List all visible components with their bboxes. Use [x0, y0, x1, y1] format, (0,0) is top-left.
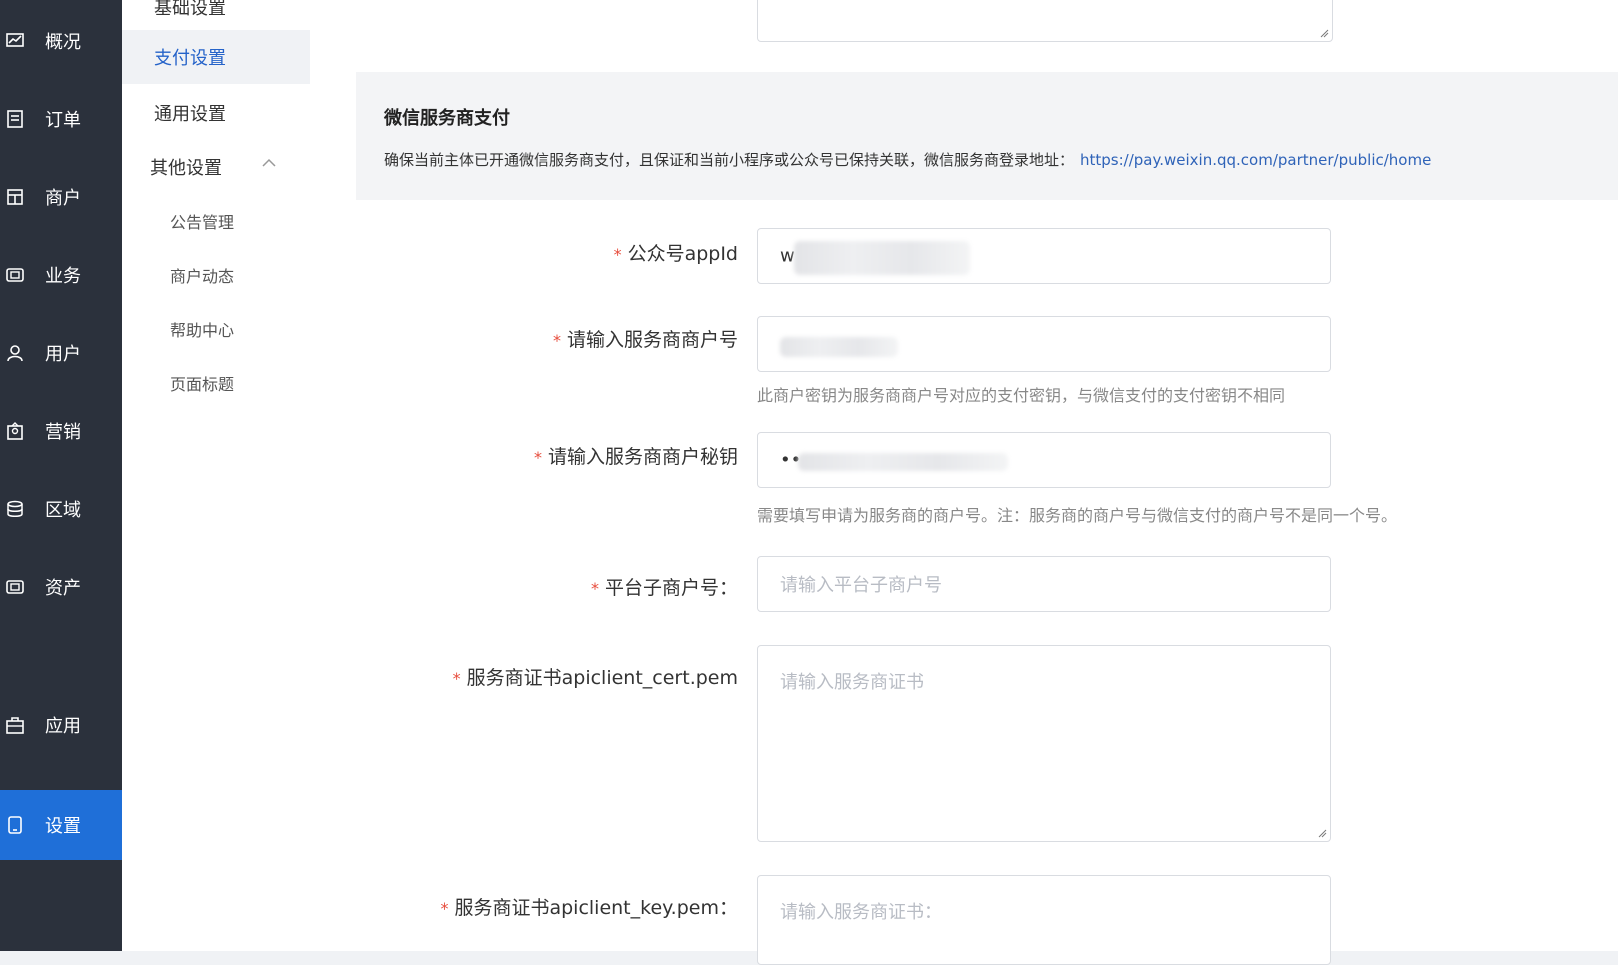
nav-label: 订单	[45, 110, 81, 131]
nav-item-business[interactable]: 业务	[0, 244, 122, 306]
app-icon	[6, 717, 24, 734]
submenu-label: 通用设置	[154, 104, 226, 125]
submenu-child-label: 商户动态	[170, 267, 235, 286]
merchant-no-hint: 此商户密钥为服务商商户号对应的支付密钥，与微信支付的支付密钥不相同	[757, 386, 1286, 405]
submenu-child-merchant-news[interactable]: 商户动态	[122, 248, 310, 302]
nav-label: 区域	[45, 500, 81, 521]
appid-input[interactable]: w	[757, 228, 1331, 284]
sub-merchant-label: * 平台子商户号：	[590, 577, 738, 599]
submenu-child-help[interactable]: 帮助中心	[122, 302, 310, 356]
redaction-blur	[794, 241, 970, 275]
nav-item-assets[interactable]: 资产	[0, 556, 122, 618]
nav-item-settings[interactable]: 设置	[0, 790, 122, 860]
nav-item-marketing[interactable]: 营销	[0, 400, 122, 462]
nav-label: 设置	[45, 816, 81, 837]
nav-label: 营销	[45, 422, 81, 443]
merchant-no-label: * 请输入服务商商户号	[552, 329, 738, 351]
redaction-blur	[798, 453, 1008, 471]
notice-title: 微信服务商支付	[384, 108, 510, 129]
merchant-secret-label: * 请输入服务商商户秘钥	[533, 446, 738, 468]
submenu-label: 其他设置	[150, 158, 222, 179]
nav-item-apps[interactable]: 应用	[0, 694, 122, 756]
settings-icon	[8, 816, 22, 834]
asset-icon	[6, 580, 24, 594]
appid-label: * 公众号appId	[613, 243, 738, 265]
nav-label: 资产	[45, 578, 81, 599]
notice-text: 确保当前主体已开通微信服务商支付，且保证和当前小程序或公众号已保持关联，微信服务…	[384, 151, 1075, 169]
merchant-no-input[interactable]	[757, 316, 1331, 372]
nav-label: 用户	[45, 344, 81, 365]
nav-item-overview[interactable]: 概况	[0, 10, 122, 72]
nav-label: 业务	[45, 266, 81, 287]
chevron-up-icon[interactable]	[262, 158, 276, 168]
marketing-icon	[7, 422, 23, 440]
redaction-blur	[780, 337, 898, 357]
key-textarea[interactable]: 请输入服务商证书：	[757, 875, 1331, 965]
top-textarea[interactable]	[757, 0, 1333, 42]
submenu-child-label: 公告管理	[170, 213, 235, 232]
partner-login-link[interactable]: https://pay.weixin.qq.com/partner/public…	[1080, 151, 1431, 169]
wechat-notice-panel: 微信服务商支付 确保当前主体已开通微信服务商支付，且保证和当前小程序或公众号已保…	[356, 72, 1618, 200]
nav-item-users[interactable]: 用户	[0, 322, 122, 384]
merchant-secret-input[interactable]: ••	[757, 432, 1331, 488]
merchant-icon	[7, 189, 23, 205]
database-icon	[7, 500, 23, 517]
nav-item-merchants[interactable]: 商户	[0, 166, 122, 228]
sub-merchant-placeholder: 请输入平台子商户号	[780, 575, 942, 596]
submenu-item-general[interactable]: 通用设置	[122, 86, 310, 140]
nav-label: 商户	[45, 188, 81, 209]
submenu-item-basic[interactable]: 基础设置	[122, 0, 310, 34]
chart-icon	[6, 33, 24, 47]
sub-merchant-input[interactable]: 请输入平台子商户号	[757, 556, 1331, 612]
cert-label: * 服务商证书apiclient_cert.pem	[452, 667, 738, 689]
resize-handle-icon[interactable]	[1317, 828, 1327, 838]
nav-item-region[interactable]: 区域	[0, 478, 122, 540]
main-sidebar: 概况 订单 商户 业务 用户 营销 区域 资产 应用 设置	[0, 0, 122, 951]
appid-value: w	[780, 245, 795, 267]
submenu-child-label: 页面标题	[170, 375, 235, 394]
nav-item-orders[interactable]: 订单	[0, 88, 122, 150]
user-icon	[7, 345, 23, 362]
settings-submenu: 基础设置 支付设置 通用设置 其他设置 公告管理 商户动态 帮助中心 页面标题	[122, 0, 311, 951]
submenu-label: 支付设置	[154, 48, 226, 69]
notice-description: 确保当前主体已开通微信服务商支付，且保证和当前小程序或公众号已保持关联，微信服务…	[384, 149, 1431, 170]
order-icon	[7, 110, 23, 128]
resize-handle-icon[interactable]	[1319, 28, 1329, 38]
key-placeholder: 请输入服务商证书：	[780, 902, 942, 923]
submenu-item-payment[interactable]: 支付设置	[122, 30, 310, 84]
submenu-child-page-title[interactable]: 页面标题	[122, 356, 310, 410]
merchant-secret-hint: 需要填写申请为服务商的商户号。注：服务商的商户号与微信支付的商户号不是同一个号。	[757, 506, 1398, 525]
nav-label: 应用	[45, 716, 81, 737]
nav-label: 概况	[45, 32, 81, 53]
submenu-child-label: 帮助中心	[170, 321, 235, 340]
cert-textarea[interactable]: 请输入服务商证书	[757, 645, 1331, 842]
key-label: * 服务商证书apiclient_key.pem：	[440, 897, 738, 919]
submenu-label: 基础设置	[154, 0, 226, 19]
submenu-child-announcement[interactable]: 公告管理	[122, 194, 310, 248]
submenu-item-other[interactable]: 其他设置	[122, 140, 310, 194]
cert-placeholder: 请输入服务商证书	[780, 672, 924, 693]
business-icon	[6, 268, 24, 282]
